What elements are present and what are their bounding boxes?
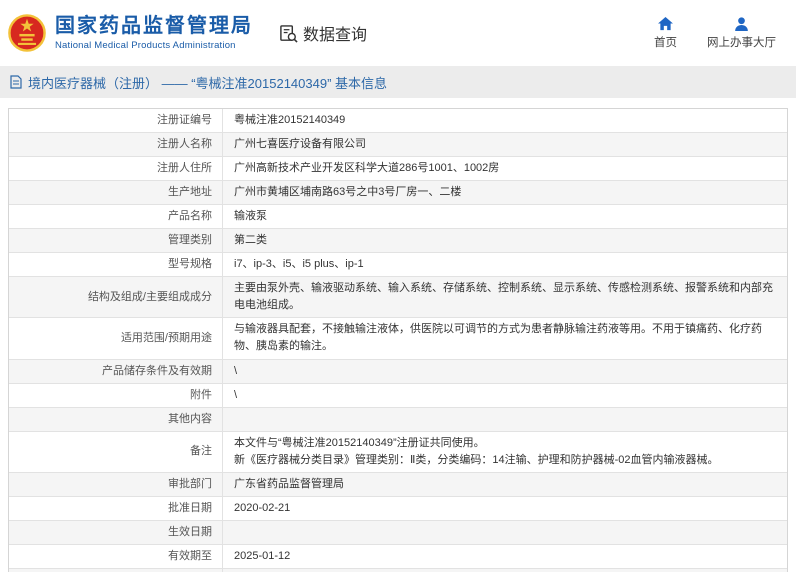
national-emblem-logo (8, 12, 46, 54)
row-value: 广东省药品监督管理局 (234, 477, 344, 490)
data-query-icon (279, 24, 298, 43)
row-label: 批准日期 (9, 496, 223, 520)
row-label: 其他内容 (9, 407, 223, 431)
row-label: 注册证编号 (9, 109, 223, 133)
row-value: \ (234, 388, 238, 401)
row-label: 产品储存条件及有效期 (9, 359, 223, 383)
table-row: 产品储存条件及有效期 \ (9, 359, 787, 384)
row-label: 有效期至 (9, 544, 223, 568)
table-row: 注册证编号 粤械注准20152140349 (9, 109, 787, 134)
remark-line-1: 本文件与“粤械注准20152140349”注册证共同使用。 (234, 436, 485, 449)
breadcrumb-text: 境内医疗器械（注册） —— “粤械注准20152140349” 基本信息 (28, 75, 388, 91)
table-row: 管理类别 第二类 (9, 229, 787, 254)
row-label: 生效日期 (9, 520, 223, 544)
table-row: 生效日期 (9, 520, 787, 545)
data-query-tab[interactable]: 数据查询 (279, 21, 367, 45)
row-value: 主要由泵外壳、输液驱动系统、输入系统、存储系统、控制系统、显示系统、传感检测系统… (234, 282, 773, 312)
user-icon (734, 16, 749, 31)
table-row: 生产地址 广州市黄埔区埔南路63号之中3号厂房一、二楼 (9, 181, 787, 206)
row-label: 适用范围/预期用途 (9, 318, 223, 359)
row-value: 2020-02-21 (234, 501, 291, 514)
row-label: 附件 (9, 383, 223, 407)
row-label: 产品名称 (9, 205, 223, 229)
nmpa-brand: 国家药品监督管理局 National Medical Products Admi… (8, 12, 253, 54)
table-row: 备注 本文件与“粤械注准20152140349”注册证共同使用。 新《医疗器械分… (9, 431, 787, 473)
table-row: 产品名称 输液泵 (9, 205, 787, 230)
row-value: 输液泵 (234, 210, 267, 223)
row-label: 审批部门 (9, 472, 223, 496)
row-label: 注册人名称 (9, 133, 223, 157)
remark-line-2: 新《医疗器械分类目录》管理类别：Ⅱ类，分类编码：14注输、护理和防护器械-02血… (234, 453, 719, 466)
row-label: 管理类别 (9, 229, 223, 253)
row-value (223, 408, 787, 431)
site-title: 国家药品监督管理局 (55, 15, 253, 37)
breadcrumb: 境内医疗器械（注册） —— “粤械注准20152140349” 基本信息 (0, 66, 796, 98)
table-row: 审批部门 广东省药品监督管理局 (9, 472, 787, 497)
table-row: 注册人名称 广州七喜医疗设备有限公司 (9, 133, 787, 158)
registration-info-table: 注册证编号 粤械注准20152140349 注册人名称 广州七喜医疗设备有限公司… (8, 108, 788, 572)
top-nav: 首页 网上办事大厅 (654, 16, 782, 50)
table-row: 有效期至 2025-01-12 (9, 544, 787, 569)
table-row: 批准日期 2020-02-21 (9, 496, 787, 521)
row-value: 广州市黄埔区埔南路63号之中3号厂房一、二楼 (234, 186, 462, 199)
table-row: 注册人住所 广州高新技术产业开发区科学大道286号1001、1002房 (9, 157, 787, 182)
row-value: 本文件与“粤械注准20152140349”注册证共同使用。 新《医疗器械分类目录… (223, 432, 787, 472)
row-value: 粤械注准20152140349 (234, 114, 346, 126)
row-value: 广州高新技术产业开发区科学大道286号1001、1002房 (234, 162, 500, 175)
row-label: 注册人住所 (9, 157, 223, 181)
nav-service-hall[interactable]: 网上办事大厅 (707, 16, 776, 50)
site-header: 国家药品监督管理局 National Medical Products Admi… (0, 0, 796, 66)
table-row: 结构及组成/主要组成成分 主要由泵外壳、输液驱动系统、输入系统、存储系统、控制系… (9, 277, 787, 319)
site-title-en: National Medical Products Administration (55, 40, 236, 51)
row-value: i7、ip-3、i5、i5 plus、ip-1 (234, 258, 364, 271)
brand-text: 国家药品监督管理局 National Medical Products Admi… (55, 15, 253, 51)
nav-home[interactable]: 首页 (654, 16, 677, 50)
row-value: 2025-01-12 (234, 549, 291, 562)
nav-home-label: 首页 (654, 36, 677, 49)
nav-hall-label: 网上办事大厅 (707, 36, 776, 49)
table-row: 附件 \ (9, 383, 787, 408)
row-label: 型号规格 (9, 253, 223, 277)
row-value: 广州七喜医疗设备有限公司 (234, 138, 366, 151)
table-row: 型号规格 i7、ip-3、i5、i5 plus、ip-1 (9, 253, 787, 278)
row-value (223, 521, 787, 544)
home-icon (658, 16, 673, 31)
row-value: \ (234, 364, 238, 377)
row-label: 结构及组成/主要组成成分 (9, 277, 223, 318)
row-value: 第二类 (234, 234, 267, 247)
row-value: 与输液器具配套，不接触输注液体，供医院以可调节的方式为患者静脉输注药液等用。不用… (234, 323, 762, 353)
table-row: 适用范围/预期用途 与输液器具配套，不接触输注液体，供医院以可调节的方式为患者静… (9, 318, 787, 360)
row-label: 生产地址 (9, 181, 223, 205)
table-row: 其他内容 (9, 407, 787, 432)
row-label: 备注 (9, 431, 223, 472)
document-icon (10, 75, 22, 89)
data-query-label: 数据查询 (303, 27, 368, 44)
